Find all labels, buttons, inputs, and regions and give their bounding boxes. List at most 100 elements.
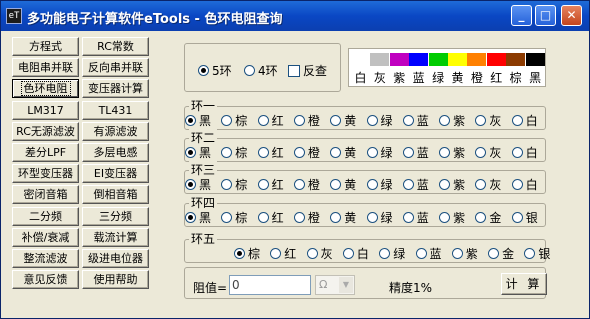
ring-color-radio[interactable] bbox=[439, 179, 451, 190]
ring-color-radio[interactable] bbox=[488, 248, 500, 259]
ring-color-option[interactable]: 红 bbox=[257, 144, 284, 161]
ring-color-radio[interactable] bbox=[402, 147, 414, 158]
ring-color-option[interactable]: 棕 bbox=[221, 144, 247, 161]
ring-color-radio[interactable] bbox=[342, 248, 354, 259]
ring-color-option[interactable]: 金 bbox=[475, 209, 501, 226]
ring-color-radio[interactable] bbox=[185, 212, 196, 223]
sidebar-button[interactable]: 多层电感 bbox=[82, 143, 149, 162]
ring-color-option[interactable]: 绿 bbox=[366, 176, 393, 193]
ring-color-radio[interactable] bbox=[439, 147, 451, 158]
ring-color-radio[interactable] bbox=[451, 248, 463, 259]
ring-color-option[interactable]: 橙 bbox=[293, 144, 320, 161]
sidebar-button[interactable]: 整流滤波 bbox=[12, 249, 79, 268]
maximize-button[interactable]: □ bbox=[535, 5, 556, 26]
ring-color-radio[interactable] bbox=[257, 212, 269, 223]
ring-color-radio[interactable] bbox=[185, 179, 196, 190]
ring-color-option[interactable]: 蓝 bbox=[402, 144, 429, 161]
sidebar-button[interactable]: EI变压器 bbox=[82, 164, 149, 184]
ring-color-option[interactable]: 灰 bbox=[475, 144, 501, 161]
ring-color-option[interactable]: 橙 bbox=[293, 209, 320, 226]
resistance-input[interactable]: 0 bbox=[229, 275, 311, 295]
ring-color-option[interactable]: 绿 bbox=[366, 112, 393, 129]
ring-color-radio[interactable] bbox=[185, 115, 196, 126]
sidebar-button[interactable]: RC常数 bbox=[82, 37, 149, 56]
ring-color-option[interactable]: 紫 bbox=[451, 245, 478, 262]
ring-color-option[interactable]: 黑 bbox=[185, 209, 211, 226]
unit-select[interactable]: Ω ▼ bbox=[315, 275, 355, 295]
sidebar-button[interactable]: 使用帮助 bbox=[82, 270, 149, 290]
ring-color-option[interactable]: 红 bbox=[257, 209, 284, 226]
ring-color-option[interactable]: 灰 bbox=[306, 245, 333, 262]
ring-color-option[interactable]: 黑 bbox=[185, 112, 211, 129]
ring-color-radio[interactable] bbox=[293, 115, 305, 126]
sidebar-button[interactable]: 变压器计算 bbox=[82, 79, 149, 99]
ring-color-option[interactable]: 银 bbox=[524, 245, 550, 262]
ring-color-radio[interactable] bbox=[234, 248, 245, 259]
ring-color-radio[interactable] bbox=[366, 115, 378, 126]
ring-color-radio[interactable] bbox=[221, 147, 233, 158]
ring-color-radio[interactable] bbox=[511, 147, 523, 158]
ring-color-option[interactable]: 白 bbox=[511, 176, 538, 193]
sidebar-button[interactable]: 方程式 bbox=[12, 37, 79, 56]
ring-color-option[interactable]: 棕 bbox=[221, 112, 247, 129]
ring-color-option[interactable]: 灰 bbox=[475, 112, 501, 129]
ring-color-radio[interactable] bbox=[475, 212, 487, 223]
ring-color-option[interactable]: 银 bbox=[511, 209, 538, 226]
ring-color-option[interactable]: 黄 bbox=[330, 209, 356, 226]
sidebar-button[interactable]: 反向串并联 bbox=[82, 58, 149, 78]
ring-color-radio[interactable] bbox=[366, 212, 378, 223]
ring-color-radio[interactable] bbox=[330, 115, 342, 126]
ring-color-radio[interactable] bbox=[511, 115, 523, 126]
sidebar-button[interactable]: TL431 bbox=[82, 100, 149, 120]
ring-color-option[interactable]: 绿 bbox=[366, 144, 393, 161]
ring-color-radio[interactable] bbox=[475, 179, 487, 190]
ring-color-radio[interactable] bbox=[270, 248, 282, 259]
ring-color-radio[interactable] bbox=[330, 179, 342, 190]
ring-color-option[interactable]: 黄 bbox=[330, 176, 356, 193]
sidebar-button[interactable]: 电阻串并联 bbox=[12, 58, 79, 78]
ring-color-radio[interactable] bbox=[293, 147, 305, 158]
sidebar-button[interactable]: LM317 bbox=[12, 100, 79, 120]
ring-color-option[interactable]: 绿 bbox=[379, 245, 405, 262]
ring-color-option[interactable]: 红 bbox=[257, 176, 284, 193]
ring-color-radio[interactable] bbox=[257, 115, 269, 126]
reverse-lookup-option[interactable]: 反查 bbox=[288, 62, 327, 79]
ring-color-radio[interactable] bbox=[221, 212, 233, 223]
calculate-button[interactable]: 计 算 bbox=[501, 273, 547, 295]
reverse-lookup-checkbox[interactable] bbox=[288, 65, 300, 77]
sidebar-button[interactable]: 载流计算 bbox=[82, 227, 149, 247]
sidebar-button[interactable]: RC无源滤波 bbox=[12, 121, 79, 141]
ring-color-option[interactable]: 蓝 bbox=[402, 176, 429, 193]
ring-color-option[interactable]: 紫 bbox=[439, 209, 465, 226]
ring-color-option[interactable]: 灰 bbox=[475, 176, 501, 193]
ring-color-radio[interactable] bbox=[475, 115, 487, 126]
ring-color-radio[interactable] bbox=[511, 179, 523, 190]
sidebar-button[interactable]: 补偿/衰减 bbox=[12, 227, 79, 247]
ring-color-option[interactable]: 黄 bbox=[330, 144, 356, 161]
ring-color-radio[interactable] bbox=[330, 212, 342, 223]
ring-color-option[interactable]: 白 bbox=[511, 144, 538, 161]
sidebar-button[interactable]: 二分频 bbox=[12, 206, 79, 226]
ring-color-radio[interactable] bbox=[524, 248, 536, 259]
ring-color-option[interactable]: 棕 bbox=[221, 209, 247, 226]
ring-color-radio[interactable] bbox=[511, 212, 523, 223]
close-button[interactable]: ✕ bbox=[561, 5, 582, 26]
sidebar-button[interactable]: 色环电阻 bbox=[12, 79, 79, 99]
ring-color-option[interactable]: 蓝 bbox=[415, 245, 442, 262]
ring-color-radio[interactable] bbox=[415, 248, 427, 259]
ring-color-radio[interactable] bbox=[402, 212, 414, 223]
four-ring-radio[interactable] bbox=[244, 65, 255, 76]
ring-color-option[interactable]: 黄 bbox=[330, 112, 356, 129]
ring-color-option[interactable]: 绿 bbox=[366, 209, 393, 226]
ring-color-radio[interactable] bbox=[402, 115, 414, 126]
ring-color-radio[interactable] bbox=[221, 115, 233, 126]
sidebar-button[interactable]: 差分LPF bbox=[12, 143, 79, 162]
ring-color-option[interactable]: 金 bbox=[488, 245, 514, 262]
ring-color-option[interactable]: 黑 bbox=[185, 176, 211, 193]
five-ring-radio[interactable] bbox=[198, 65, 209, 76]
ring-color-option[interactable]: 白 bbox=[511, 112, 538, 129]
ring-color-option[interactable]: 紫 bbox=[439, 176, 465, 193]
ring-color-radio[interactable] bbox=[293, 212, 305, 223]
ring-color-radio[interactable] bbox=[257, 147, 269, 158]
ring-color-radio[interactable] bbox=[402, 179, 414, 190]
